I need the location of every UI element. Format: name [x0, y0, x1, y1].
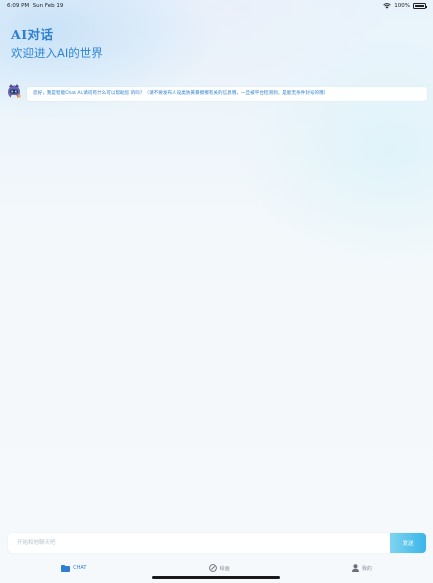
composer-bar: 发送 — [8, 533, 426, 553]
tab-paint-label: 绘画 — [219, 565, 230, 572]
tab-bar: CHAT 绘画 我的 — [0, 558, 433, 578]
status-indicators: 100% — [383, 3, 427, 9]
chat-folder-icon — [61, 564, 71, 572]
chat-input[interactable] — [8, 533, 390, 553]
battery-percent: 100% — [394, 3, 410, 9]
paint-icon — [208, 564, 217, 572]
status-bar: 6:09 PM Sun Feb 19 100% — [0, 0, 433, 14]
home-indicator — [152, 576, 280, 579]
user-icon — [351, 564, 359, 572]
tab-profile[interactable]: 我的 — [351, 564, 372, 572]
app-subtitle: 欢迎进入AI的世界 — [11, 46, 103, 60]
tab-chat[interactable]: CHAT — [61, 564, 87, 572]
bot-message: 您好，我是智能Chat AI,请问有什么可以帮助您 的吗？（请不要发布人设类防黄… — [6, 83, 427, 101]
tab-paint[interactable]: 绘画 — [208, 564, 230, 572]
status-date: Sun Feb 19 — [32, 3, 64, 9]
status-time-date: 6:09 PM Sun Feb 19 — [7, 3, 63, 9]
app-title: AI对话 — [11, 27, 54, 42]
battery-icon — [413, 3, 427, 9]
wifi-icon — [383, 3, 392, 9]
robot-avatar-icon — [6, 83, 22, 101]
status-time: 6:09 PM — [7, 3, 30, 9]
message-bubble: 您好，我是智能Chat AI,请问有什么可以帮助您 的吗？（请不要发布人设类防黄… — [27, 87, 427, 101]
tab-chat-label: CHAT — [73, 565, 87, 571]
send-button[interactable]: 发送 — [390, 533, 426, 553]
tab-profile-label: 我的 — [361, 565, 372, 572]
